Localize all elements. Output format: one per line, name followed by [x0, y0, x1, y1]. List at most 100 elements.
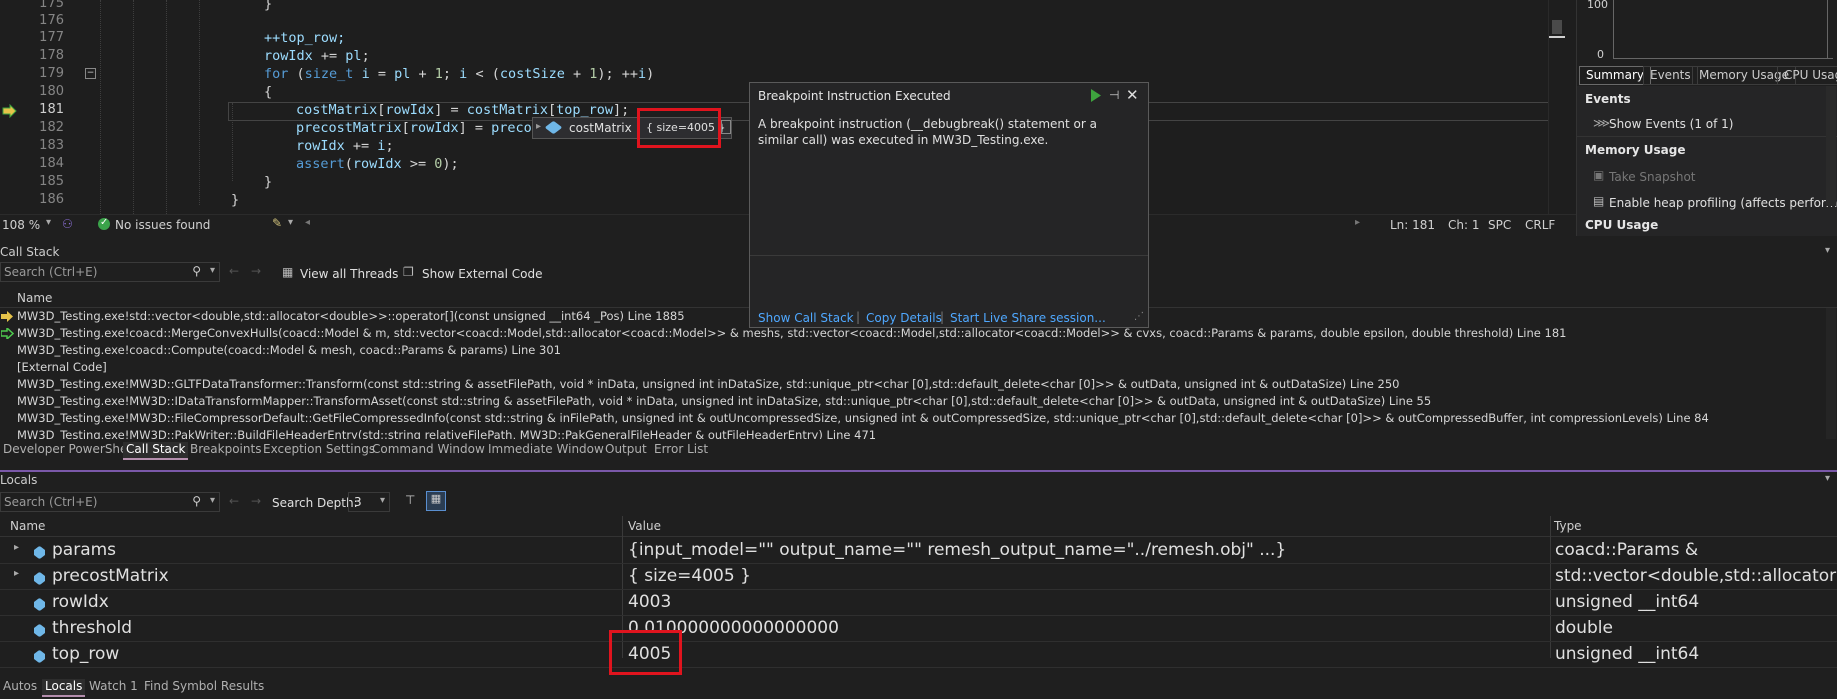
show-external-code-button[interactable]: Show External Code [422, 267, 543, 281]
tab-find-symbol-results[interactable]: Find Symbol Results [141, 679, 267, 695]
call-stack-row[interactable]: MW3D_Testing.exe!MW3D::IDataTransformMap… [0, 393, 1837, 410]
expand-icon[interactable]: ▸ [14, 542, 19, 553]
zoom-dropdown-icon[interactable]: ▾ [46, 217, 51, 228]
tab-summary[interactable]: Summary [1579, 66, 1651, 85]
show-call-stack-link[interactable]: Show Call Stack [758, 311, 854, 325]
tab-breakpoints[interactable]: Breakpoints [187, 442, 264, 458]
tab-exception-settings[interactable]: Exception Settings [260, 442, 378, 458]
tab-immediate-window[interactable]: Immediate Window [485, 442, 607, 458]
brush-icon[interactable]: ✎ [272, 216, 282, 230]
zoom-level[interactable]: 108 % [2, 218, 40, 232]
chevron-down-icon[interactable]: ▾ [380, 495, 385, 506]
locals-window: Locals ▾ Search (Ctrl+E) ⚲ ▾ ← → Search … [0, 470, 1837, 681]
take-snapshot-button[interactable]: Take Snapshot [1609, 170, 1696, 184]
local-value[interactable]: {input_model="" output_name="" remesh_ou… [628, 540, 1543, 560]
panel-menu-icon[interactable]: ▾ [1825, 245, 1830, 256]
scroll-left-icon[interactable]: ◂ [305, 217, 310, 228]
code-line: ++top_row; [264, 30, 346, 46]
locals-row[interactable]: threshold 0.010000000000000000 double [0, 615, 1837, 642]
local-type: double [1555, 618, 1613, 638]
line-ending[interactable]: CRLF [1525, 218, 1555, 232]
pin-icon[interactable]: ⊤ [405, 493, 415, 507]
datatip-expand-icon[interactable]: ▸ [536, 121, 541, 132]
cursor-column[interactable]: Ch: 1 [1448, 218, 1479, 232]
issues-status[interactable]: No issues found [115, 218, 210, 232]
copilot-icon[interactable]: ⚇ [62, 217, 73, 231]
panel-scrollbar[interactable] [1826, 86, 1836, 206]
tab-developer-powershell[interactable]: Developer PowerShell [0, 442, 137, 458]
check-mark: ✓ [100, 217, 109, 228]
tab-autos[interactable]: Autos [0, 679, 40, 695]
local-value[interactable]: { size=4005 } [628, 566, 1543, 586]
search-depth-value: 3 [354, 495, 362, 509]
collapse-toggle-icon[interactable]: − [85, 68, 96, 79]
back-arrow-icon[interactable]: ← [229, 264, 239, 278]
resize-grip-icon[interactable]: ⋰ [1134, 311, 1144, 322]
cursor-line[interactable]: Ln: 181 [1390, 218, 1435, 232]
expand-icon[interactable]: ▸ [14, 568, 19, 579]
search-dropdown-icon[interactable]: ▾ [210, 495, 215, 506]
call-stack-scrollbar[interactable] [1826, 308, 1836, 439]
locals-search-input[interactable]: Search (Ctrl+E) ⚲ ▾ [0, 492, 220, 512]
locals-header: Name Value Type [0, 516, 1837, 537]
local-value[interactable]: 4003 [628, 592, 1543, 612]
copy-details-link[interactable]: Copy Details [866, 311, 942, 325]
locals-row[interactable]: top_row 4005 unsigned __int64 [0, 641, 1837, 668]
threads-icon[interactable]: ▦ [282, 265, 293, 279]
brush-dropdown-icon[interactable]: ▾ [288, 217, 293, 228]
search-icon[interactable]: ⚲ [192, 264, 201, 278]
divider [750, 255, 1148, 256]
local-name: threshold [52, 618, 133, 638]
scrollbar-thumb[interactable] [1552, 20, 1562, 34]
events-icon: ⋙ [1593, 116, 1611, 130]
tab-watch-1[interactable]: Watch 1 [86, 679, 141, 695]
locals-row[interactable]: ▸ params {input_model="" output_name="" … [0, 537, 1837, 564]
tab-output[interactable]: Output [602, 442, 650, 458]
heap-profiling-toggle[interactable]: Enable heap profiling (affects performan… [1609, 196, 1837, 210]
close-icon[interactable]: ✕ [1126, 86, 1139, 104]
whitespace-mode[interactable]: SPC [1488, 218, 1511, 232]
line-number: 186 [39, 192, 64, 207]
local-value[interactable]: 4005 [628, 644, 1543, 664]
search-depth-select[interactable]: 3 ▾ [348, 492, 390, 512]
pin-popup-icon[interactable]: ⊣ [1109, 88, 1119, 102]
external-code-icon[interactable]: ❐ [403, 265, 414, 279]
scroll-right-icon[interactable]: ▸ [1355, 217, 1360, 228]
call-stack-row[interactable]: [External Code] [0, 359, 1837, 376]
start-live-share-link[interactable]: Start Live Share session... [950, 311, 1106, 325]
local-value[interactable]: 0.010000000000000000 [628, 618, 1543, 638]
hex-display-toggle-icon[interactable]: ▦ [426, 491, 446, 511]
call-stack-row[interactable]: MW3D_Testing.exe!MW3D::PakWriter::BuildF… [0, 427, 1837, 439]
tab-command-window[interactable]: Command Window [369, 442, 488, 458]
back-arrow-icon[interactable]: ← [229, 494, 239, 508]
local-type: unsigned __int64 [1555, 592, 1700, 612]
pin-icon[interactable] [721, 120, 731, 134]
view-all-threads-button[interactable]: View all Threads [300, 267, 398, 281]
events-header: Events [1585, 92, 1631, 106]
panel-menu-icon[interactable]: ▾ [1825, 473, 1830, 484]
editor-scrollbar[interactable] [1548, 0, 1565, 214]
line-number-current: 181 [39, 102, 64, 117]
call-stack-search-input[interactable]: Search (Ctrl+E) ⚲ ▾ [0, 262, 220, 282]
current-statement-arrow-icon[interactable] [2, 104, 18, 118]
locals-row[interactable]: rowIdx 4003 unsigned __int64 [0, 589, 1837, 616]
red-highlight-box [609, 630, 682, 675]
line-number: 183 [39, 138, 64, 153]
call-stack-row[interactable]: MW3D_Testing.exe!coacd::Compute(coacd::M… [0, 342, 1837, 359]
tab-locals[interactable]: Locals [42, 679, 86, 697]
forward-arrow-icon[interactable]: → [251, 264, 261, 278]
show-events-link[interactable]: Show Events (1 of 1) [1609, 117, 1733, 131]
search-dropdown-icon[interactable]: ▾ [210, 265, 215, 276]
tab-error-list[interactable]: Error List [651, 442, 711, 458]
continue-icon[interactable] [1090, 89, 1102, 102]
tab-cpu-usage[interactable]: CPU Usage [1777, 66, 1837, 85]
call-stack-row[interactable]: MW3D_Testing.exe!MW3D::FileCompressorDef… [0, 410, 1837, 427]
call-stack-row[interactable]: MW3D_Testing.exe!MW3D::GLTFDataTransform… [0, 376, 1837, 393]
column-name: Name [10, 519, 46, 533]
axis-label-top: 100 [1587, 0, 1608, 11]
tab-events[interactable]: Events [1643, 66, 1698, 85]
search-icon[interactable]: ⚲ [192, 494, 201, 508]
forward-arrow-icon[interactable]: → [251, 494, 261, 508]
tab-call-stack[interactable]: Call Stack [123, 442, 189, 460]
locals-row[interactable]: ▸ precostMatrix { size=4005 } std::vecto… [0, 563, 1837, 590]
